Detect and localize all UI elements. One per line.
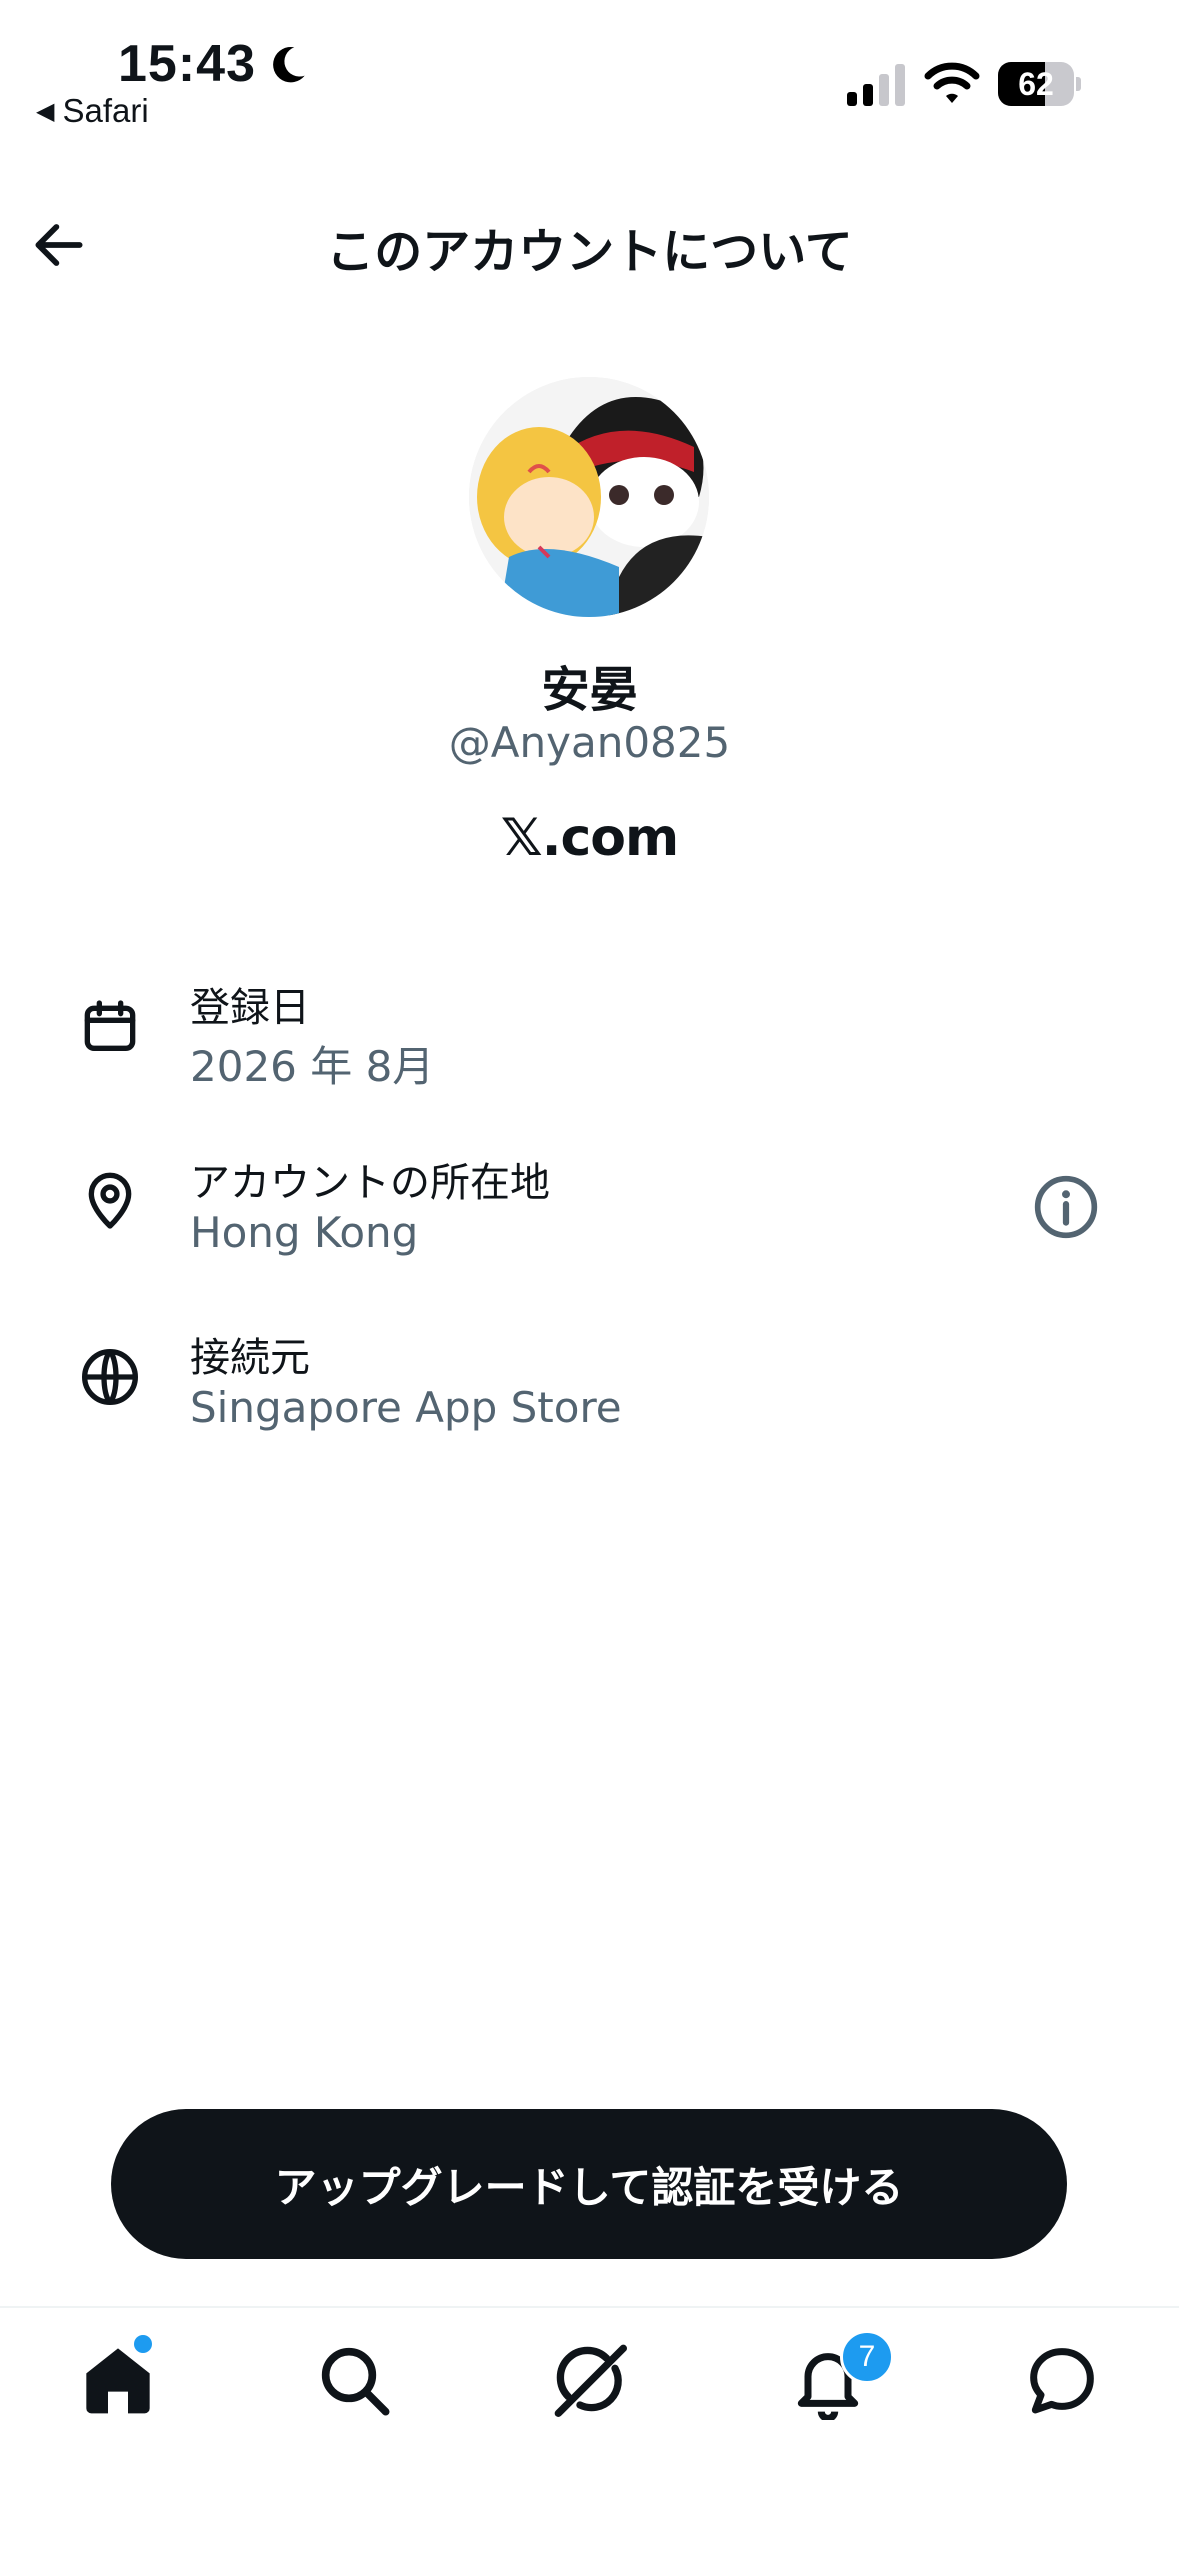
status-time: 15:43 <box>118 35 256 93</box>
avatar[interactable] <box>469 377 709 617</box>
detail-value-connected-via: Singapore App Store <box>190 1383 622 1432</box>
globe-icon <box>82 1349 138 1405</box>
messages-icon[interactable] <box>1022 2340 1102 2420</box>
signal-icon <box>847 64 905 106</box>
detail-value-location: Hong Kong <box>190 1208 419 1257</box>
detail-label-location: アカウントの所在地 <box>190 1160 550 1206</box>
detail-row-connected-via: 接続元 Singapore App Store <box>0 1315 1179 1455</box>
grok-icon[interactable] <box>550 2340 630 2420</box>
detail-value-joined: 2026 年 8月 <box>190 1042 435 1091</box>
platform-label: 𝕏.com <box>500 808 679 868</box>
detail-row-location: アカウントの所在地 Hong Kong <box>0 1140 1179 1280</box>
detail-label-connected-via: 接続元 <box>190 1335 310 1381</box>
arrow-left-icon[interactable] <box>28 214 90 276</box>
back-to-safari[interactable]: ◀ Safari <box>36 92 149 130</box>
location-pin-icon <box>88 1172 132 1229</box>
upgrade-verify-button[interactable]: アップグレードして認証を受ける <box>111 2109 1067 2259</box>
battery-icon: 62 <box>998 62 1081 106</box>
page-title: このアカウントについて <box>326 224 853 280</box>
calendar-icon <box>84 1000 136 1051</box>
back-app-label: Safari <box>62 92 149 129</box>
wifi-icon <box>924 62 980 103</box>
search-icon[interactable] <box>314 2340 394 2420</box>
battery-level: 62 <box>1018 66 1054 102</box>
display-name: 安晏 <box>541 662 638 718</box>
moon-icon <box>273 46 305 83</box>
user-handle: @Anyan0825 <box>448 718 731 767</box>
detail-row-joined: 登録日 2026 年 8月 <box>0 965 1179 1105</box>
notification-count-badge: 7 <box>840 2330 894 2384</box>
info-icon[interactable] <box>1032 1173 1100 1241</box>
home-unread-dot <box>134 2335 152 2353</box>
detail-label-joined: 登録日 <box>190 985 310 1031</box>
avatar-illustration <box>469 377 709 617</box>
back-triangle-icon: ◀ <box>36 97 55 125</box>
tab-bar-divider <box>0 2306 1179 2308</box>
